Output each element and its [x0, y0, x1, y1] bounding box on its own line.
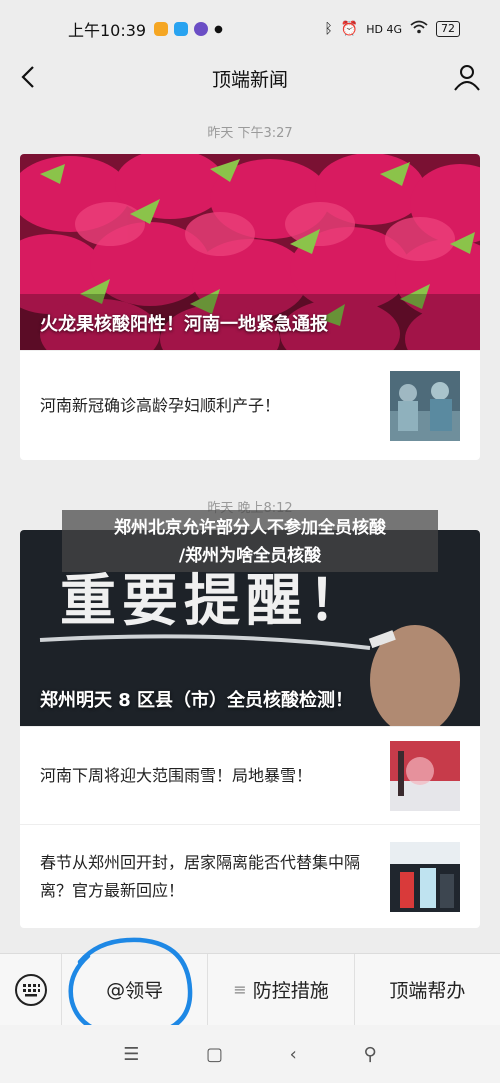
battery-icon: 72 — [436, 21, 460, 37]
list-item-title: 春节从郑州回开封，居家隔离能否代替集中隔离？官方最新回应！ — [40, 852, 361, 900]
page-title: 顶端新闻 — [211, 68, 288, 91]
article-thumbnail — [390, 841, 460, 912]
menu-item-prevention-measures[interactable]: ≡ 防控措施 — [208, 953, 355, 1026]
home-icon[interactable]: ▢ — [206, 1044, 223, 1065]
menu-item-label: 防控措施 — [252, 980, 329, 1002]
keyboard-toggle-button[interactable] — [0, 953, 62, 1026]
status-bar: 上午10:39 ● ᛒ ⏰ HD 4G 72 — [0, 0, 500, 58]
news-card: 重要提醒！ 郑州明天 8 区县（市）全员核酸检测！ 河南下周将迎大范围雨雪！局地… — [20, 530, 480, 928]
menu-icon[interactable]: ☰ — [123, 1044, 139, 1065]
bluetooth-icon: ᛒ — [324, 21, 333, 37]
system-navigation-bar: ☰ ▢ ‹ ⚲ — [0, 1025, 500, 1083]
notification-app-icon — [154, 22, 169, 36]
back-arrow-icon — [21, 66, 34, 88]
hero-article[interactable]: 火龙果核酸阳性！河南一地紧急通报 — [20, 154, 480, 350]
hero-title: 火龙果核酸阳性！河南一地紧急通报 — [40, 314, 328, 335]
list-item-title: 河南下周将迎大范围雨雪！局地暴雪！ — [40, 765, 313, 785]
message-timestamp: 昨天 下午3:27 — [207, 126, 293, 141]
hero-title: 郑州明天 8 区县（市）全员核酸检测！ — [40, 690, 354, 711]
notification-app-icon — [194, 22, 209, 36]
list-item[interactable]: 河南下周将迎大范围雨雪！局地暴雪！ — [20, 726, 480, 824]
overlay-headline: 郑州北京允许部分人不参加全员核酸 /郑州为啥全员核酸 — [62, 510, 438, 572]
status-indicators: ᛒ ⏰ HD 4G 72 — [324, 20, 460, 38]
menu-icon: ≡ — [233, 980, 247, 999]
news-card: 火龙果核酸阳性！河南一地紧急通报 河南新冠确诊高龄孕妇顺利产子！ — [20, 154, 480, 460]
menu-item-help[interactable]: 顶端帮办 — [355, 954, 500, 1026]
article-thumbnail — [390, 740, 460, 811]
dot-icon: ● — [214, 23, 223, 35]
keyboard-icon — [14, 973, 47, 1006]
overlay-headline-line: 郑州北京允许部分人不参加全员核酸 — [114, 518, 386, 538]
back-button[interactable] — [14, 62, 44, 92]
nav-bar: 顶端新闻 — [0, 58, 500, 98]
menu-item-label: 顶端帮办 — [389, 980, 466, 1002]
list-item[interactable]: 河南新冠确诊高龄孕妇顺利产子！ — [20, 350, 480, 460]
accessibility-icon[interactable]: ⚲ — [363, 1044, 376, 1065]
list-item[interactable]: 春节从郑州回开封，居家隔离能否代替集中隔离？官方最新回应！ — [20, 824, 480, 928]
alarm-icon: ⏰ — [340, 21, 359, 37]
back-icon[interactable]: ‹ — [290, 1044, 297, 1065]
person-icon — [454, 65, 480, 91]
list-item-title: 河南新冠确诊高龄孕妇顺利产子！ — [40, 395, 281, 415]
wifi-icon — [410, 20, 428, 38]
article-thumbnail — [390, 370, 460, 441]
profile-button[interactable] — [452, 62, 482, 92]
notification-app-icon — [174, 22, 189, 36]
status-time: 上午10:39 — [68, 21, 147, 40]
signal-icon: HD 4G — [366, 22, 402, 36]
overlay-headline-line: /郑州为啥全员核酸 — [178, 546, 322, 566]
